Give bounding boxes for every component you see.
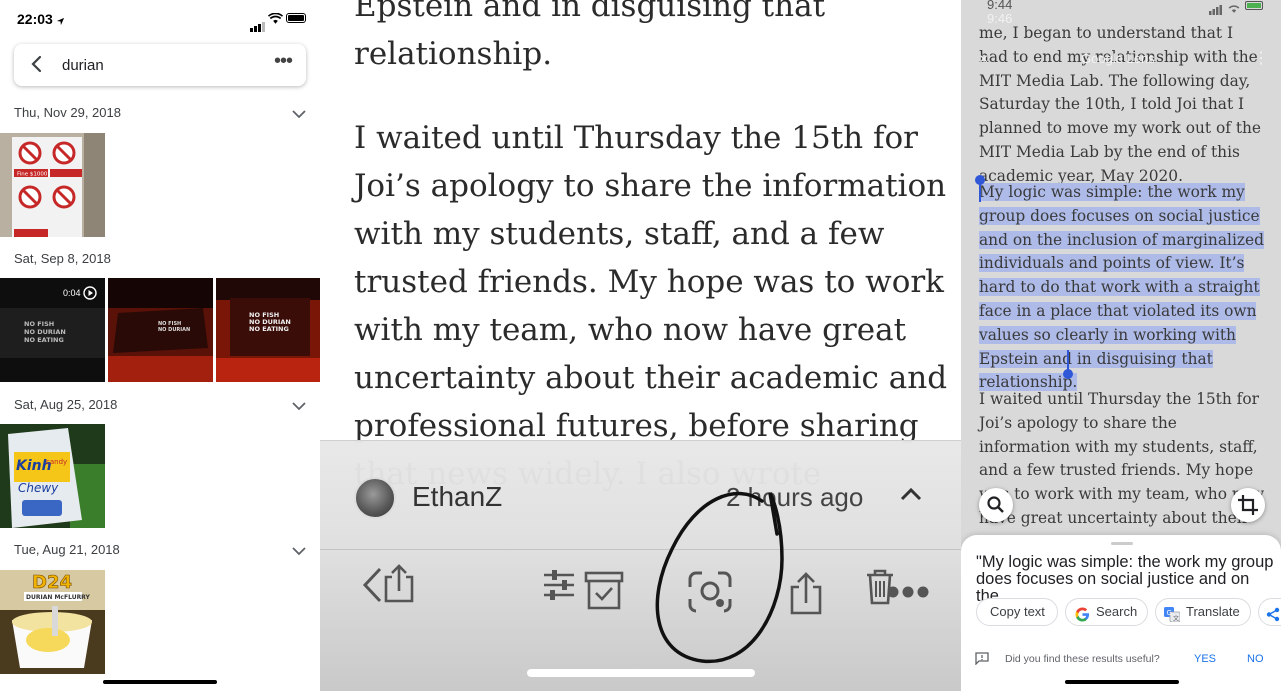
thumb-mcflurry-text: DURIAN McFLURRY [26, 594, 90, 601]
date-header: Sat, Sep 8, 2018 [14, 251, 111, 266]
lens-search-button[interactable] [979, 488, 1013, 522]
svg-text:G: G [1167, 609, 1172, 617]
date-header: Tue, Aug 21, 2018 [14, 542, 120, 557]
feedback-icon [975, 652, 989, 668]
selection-end-handle[interactable] [1063, 369, 1073, 379]
more-dots-icon[interactable] [886, 585, 930, 604]
photo-thumbnail-no-durian-sign[interactable]: NO FISH NO DURIAN NO EATING [216, 278, 320, 382]
text-selection-highlight[interactable]: My logic was simple: the work my group d… [979, 183, 1264, 392]
svg-text:NO FISH: NO FISH [24, 320, 54, 328]
share-nodes-icon [1266, 605, 1280, 631]
battery-icon [286, 13, 306, 23]
svg-text:NO EATING: NO EATING [24, 336, 64, 344]
wifi-icon [267, 12, 284, 30]
thumb-chewy-text: Chewy [18, 481, 59, 495]
home-indicator [103, 680, 217, 684]
svg-text:NO DURIAN: NO DURIAN [24, 328, 66, 336]
avatar[interactable] [354, 477, 396, 519]
date-header: Sat, Aug 25, 2018 [14, 397, 118, 412]
lens-more-icon[interactable]: ⋮ [1253, 48, 1269, 68]
google-g-icon [1075, 605, 1090, 631]
date-header: Thu, Nov 29, 2018 [14, 105, 121, 120]
chevron-down-icon[interactable] [292, 543, 306, 561]
back-chevron-icon[interactable] [360, 565, 384, 610]
search-bar[interactable]: durian ••• [14, 44, 306, 86]
google-lens-panel: me, I began to understand that I had to … [961, 0, 1281, 691]
thumb-d24-text: D24 [32, 572, 72, 593]
status-time-front: 9:46 [987, 11, 1013, 26]
home-indicator [1065, 680, 1179, 684]
article-paragraph: Epstein and in disguising that relations… [354, 0, 826, 72]
article-paragraph: me, I began to understand that I had to … [979, 24, 1262, 185]
back-arrow-icon[interactable] [30, 55, 44, 78]
svg-text:NO EATING: NO EATING [249, 325, 289, 333]
search-query[interactable]: durian [62, 57, 104, 74]
location-arrow-icon [56, 13, 65, 31]
lens-results-sheet: "My logic was simple: the work my group … [961, 535, 1281, 691]
signal-icon [250, 14, 266, 32]
signal-icon [1209, 2, 1223, 20]
video-thumbnail[interactable]: NO FISH NO DURIAN NO EATING 0:04 [0, 278, 105, 382]
battery-icon [1245, 1, 1263, 10]
selected-paragraph[interactable]: My logic was simple: the work my group d… [979, 181, 1265, 395]
translate-chip-label: Translate [1186, 604, 1240, 619]
photos-search-panel: 22:03 durian ••• Thu, Nov 29, 2018 Fine … [0, 0, 320, 691]
translate-icon: G文 [1164, 605, 1181, 631]
share-chip[interactable] [1258, 598, 1281, 626]
video-duration: 0:04 [63, 288, 81, 298]
feedback-no-button[interactable]: NO [1247, 653, 1264, 665]
archive-icon[interactable] [584, 571, 624, 616]
chevron-down-icon[interactable] [292, 106, 306, 124]
photo-thumbnail-no-smoking-sign[interactable]: Fine $1000 [0, 133, 105, 237]
home-indicator [527, 669, 755, 677]
username[interactable]: EthanZ [412, 481, 502, 513]
google-lens-label: Google Lens [1081, 51, 1155, 66]
search-chip[interactable]: Search [1065, 598, 1148, 626]
svg-text:NO DURIAN: NO DURIAN [158, 327, 190, 333]
search-chip-label: Search [1096, 604, 1138, 619]
photo-thumbnail-durian-candy[interactable]: Kinh candy Chewy [0, 424, 105, 528]
chevron-down-icon[interactable] [292, 398, 306, 416]
wifi-icon [1227, 1, 1241, 19]
share-upload-icon[interactable] [786, 571, 826, 620]
close-lens-icon[interactable]: × [979, 51, 988, 69]
thumb-fine-text: Fine $1000 [17, 172, 48, 178]
crop-button[interactable] [1231, 488, 1265, 522]
status-bar: 9:44 9:46 [961, 0, 1281, 30]
copy-text-chip[interactable]: Copy text [976, 598, 1058, 626]
status-time: 22:03 [17, 11, 53, 27]
feedback-question: Did you find these results useful? [1005, 653, 1160, 665]
more-options-icon[interactable]: ••• [274, 50, 293, 73]
article-viewer-panel: Epstein and in disguising that relations… [320, 0, 961, 691]
divider [320, 549, 961, 550]
photo-thumbnail-car-window[interactable]: NO FISH NO DURIAN [108, 278, 213, 382]
selection-start-bar [979, 180, 981, 202]
copy-text-label: Copy text [990, 604, 1045, 619]
feedback-yes-button[interactable]: YES [1194, 653, 1216, 665]
adjust-sliders-icon[interactable] [542, 569, 576, 606]
chevron-up-icon[interactable] [900, 487, 922, 506]
photo-thumbnail-durian-mcflurry[interactable]: D24 DURIAN McFLURRY [0, 570, 105, 674]
photo-info-overlay: EthanZ 2 hours ago [320, 440, 961, 691]
share-icon[interactable] [382, 563, 416, 608]
svg-text:文: 文 [1173, 615, 1179, 623]
hand-drawn-circle-annotation [642, 489, 790, 674]
translate-chip[interactable]: G文 Translate [1155, 598, 1251, 626]
thumb-candy-text: candy [46, 458, 67, 466]
play-icon [83, 286, 97, 305]
status-bar: 22:03 [0, 0, 320, 40]
sheet-grab-handle[interactable] [1111, 542, 1133, 545]
